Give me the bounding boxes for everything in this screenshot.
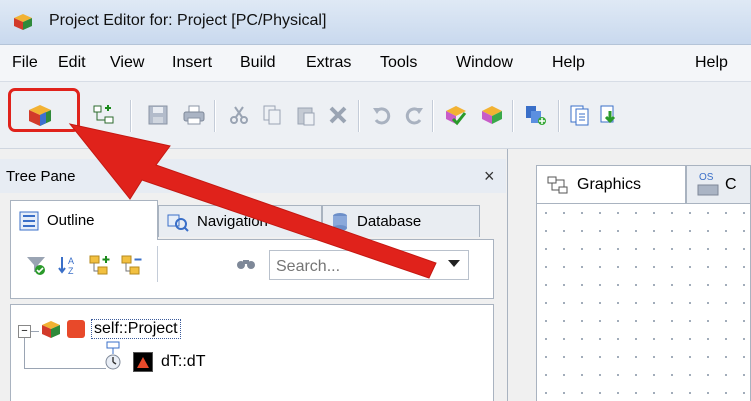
toolbar-separator: [512, 100, 514, 132]
graphics-icon: [547, 176, 568, 193]
sort-icon[interactable]: A Z: [57, 254, 79, 280]
toolbar-separator: [130, 100, 132, 132]
tree-item-project[interactable]: self::Project: [40, 319, 181, 339]
editor-pane: Graphics OS C: [508, 149, 751, 401]
outline-toolbar: A Z: [10, 239, 494, 299]
toolbar: [0, 82, 751, 149]
chevron-down-icon[interactable]: [448, 260, 460, 267]
menu-view[interactable]: View: [110, 54, 144, 72]
toolbar-separator: [157, 246, 158, 282]
toolbar-separator: [432, 100, 434, 132]
tab-graphics[interactable]: Graphics: [536, 165, 686, 203]
svg-text:A: A: [68, 256, 74, 266]
window-title: Project Editor for: Project [PC/Physical…: [49, 12, 327, 29]
menu-bar: File Edit View Insert Build Extras Tools…: [0, 45, 751, 82]
navigation-icon: [167, 214, 189, 232]
compile-icon[interactable]: [478, 101, 506, 129]
outline-icon: [19, 211, 39, 230]
tree-view: − self::Project dT::dT: [10, 304, 494, 401]
pane-header: Tree Pane ×: [0, 159, 506, 193]
print-icon[interactable]: [180, 101, 208, 129]
tree-line: [24, 338, 25, 368]
tree-expander[interactable]: −: [18, 325, 31, 338]
tab-os-label: C: [725, 175, 737, 193]
close-icon[interactable]: ×: [484, 166, 495, 187]
menu-help-label[interactable]: Help: [695, 54, 728, 72]
pane-tabs: Outline Navigation Database: [0, 199, 506, 240]
search-field[interactable]: [269, 250, 469, 280]
graphics-canvas[interactable]: [536, 203, 751, 401]
toolbar-separator: [214, 100, 216, 132]
tree-line: [31, 331, 39, 332]
tab-outline[interactable]: Outline: [10, 200, 158, 240]
menu-help[interactable]: Help: [552, 54, 585, 72]
delete-icon[interactable]: [324, 101, 352, 129]
tab-navigation[interactable]: Navigation: [158, 205, 322, 237]
check-icon[interactable]: [442, 101, 470, 129]
copy-icon[interactable]: [258, 101, 286, 129]
expand-all-icon[interactable]: [89, 254, 111, 280]
undo-icon[interactable]: [368, 101, 396, 129]
menu-insert[interactable]: Insert: [172, 54, 212, 72]
timer-icon: [105, 341, 121, 370]
os-icon-text: OS: [699, 171, 714, 183]
tab-database[interactable]: Database: [322, 205, 480, 237]
toolbar-separator: [358, 100, 360, 132]
tree-pane: Tree Pane × Outline Navigation Database …: [0, 149, 508, 401]
new-node-icon[interactable]: [90, 101, 118, 129]
filter-icon[interactable]: [25, 254, 47, 280]
tree-line: [24, 368, 106, 369]
binoculars-icon[interactable]: [235, 254, 257, 276]
pane-title: Tree Pane: [6, 168, 76, 185]
export-icon[interactable]: [522, 101, 550, 129]
cube-icon: [14, 14, 32, 30]
download-icon[interactable]: [596, 101, 624, 129]
menu-build[interactable]: Build: [240, 54, 276, 72]
tree-item-dt[interactable]: dT::dT: [101, 341, 206, 372]
menu-extras[interactable]: Extras: [306, 54, 351, 72]
menu-file[interactable]: File: [12, 54, 38, 72]
tab-database-label: Database: [357, 213, 422, 230]
cube-icon[interactable]: [26, 101, 54, 129]
redo-icon[interactable]: [400, 101, 428, 129]
tab-os[interactable]: OS C: [686, 165, 751, 203]
project-marker-icon: [67, 320, 85, 338]
document-icon[interactable]: [566, 101, 594, 129]
menu-edit[interactable]: Edit: [58, 54, 86, 72]
tree-item-label: self::Project: [91, 319, 181, 339]
os-icon: OS: [697, 171, 719, 196]
save-icon[interactable]: [144, 101, 172, 129]
menu-window[interactable]: Window: [456, 54, 513, 72]
database-icon: [333, 212, 347, 231]
tab-navigation-label: Navigation: [197, 213, 268, 230]
signal-icon: [133, 352, 153, 372]
svg-text:Z: Z: [68, 266, 74, 276]
tab-graphics-label: Graphics: [577, 175, 642, 193]
tree-item-label: dT::dT: [161, 353, 206, 370]
toolbar-separator: [558, 100, 560, 132]
cut-icon[interactable]: [225, 101, 253, 129]
menu-tools[interactable]: Tools: [380, 54, 417, 72]
collapse-all-icon[interactable]: [121, 254, 143, 280]
title-bar: Project Editor for: Project [PC/Physical…: [0, 0, 751, 45]
cube-icon: [42, 321, 60, 338]
search-input[interactable]: [274, 257, 438, 277]
tab-outline-label: Outline: [47, 212, 95, 229]
paste-icon[interactable]: [292, 101, 320, 129]
